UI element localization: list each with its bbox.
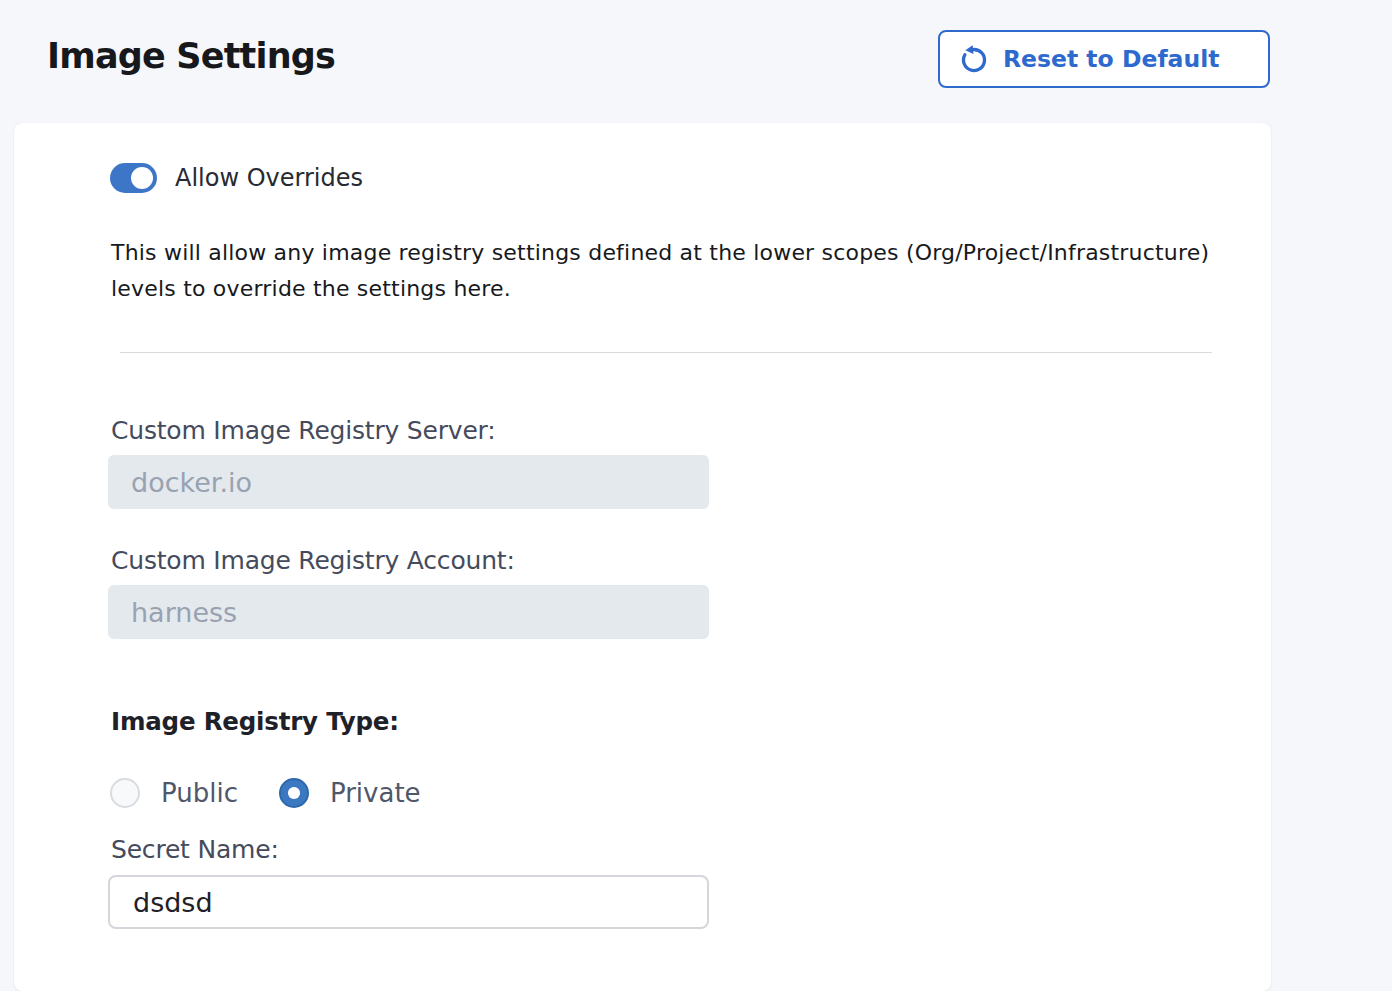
reset-icon	[958, 43, 990, 75]
overrides-description: This will allow any image registry setti…	[111, 235, 1241, 307]
radio-private[interactable]	[279, 778, 309, 808]
page-title: Image Settings	[47, 36, 335, 76]
registry-type-radio-group: Public Private	[110, 778, 421, 808]
radio-public-label[interactable]: Public	[161, 778, 238, 808]
registry-type-label: Image Registry Type:	[111, 707, 399, 737]
radio-private-label[interactable]: Private	[330, 778, 421, 808]
toggle-knob	[131, 167, 153, 189]
registry-server-input	[108, 455, 709, 509]
divider	[120, 352, 1212, 353]
radio-private-dot	[288, 787, 300, 799]
reset-to-default-button[interactable]: Reset to Default	[938, 30, 1270, 88]
allow-overrides-label: Allow Overrides	[175, 164, 363, 192]
registry-account-label: Custom Image Registry Account:	[111, 546, 515, 576]
registry-account-input	[108, 585, 709, 639]
radio-public[interactable]	[110, 778, 140, 808]
settings-card: Allow Overrides This will allow any imag…	[14, 123, 1271, 991]
registry-server-label: Custom Image Registry Server:	[111, 416, 495, 446]
secret-name-input[interactable]	[108, 875, 709, 929]
allow-overrides-toggle[interactable]	[110, 163, 157, 193]
secret-name-label: Secret Name:	[111, 835, 279, 865]
